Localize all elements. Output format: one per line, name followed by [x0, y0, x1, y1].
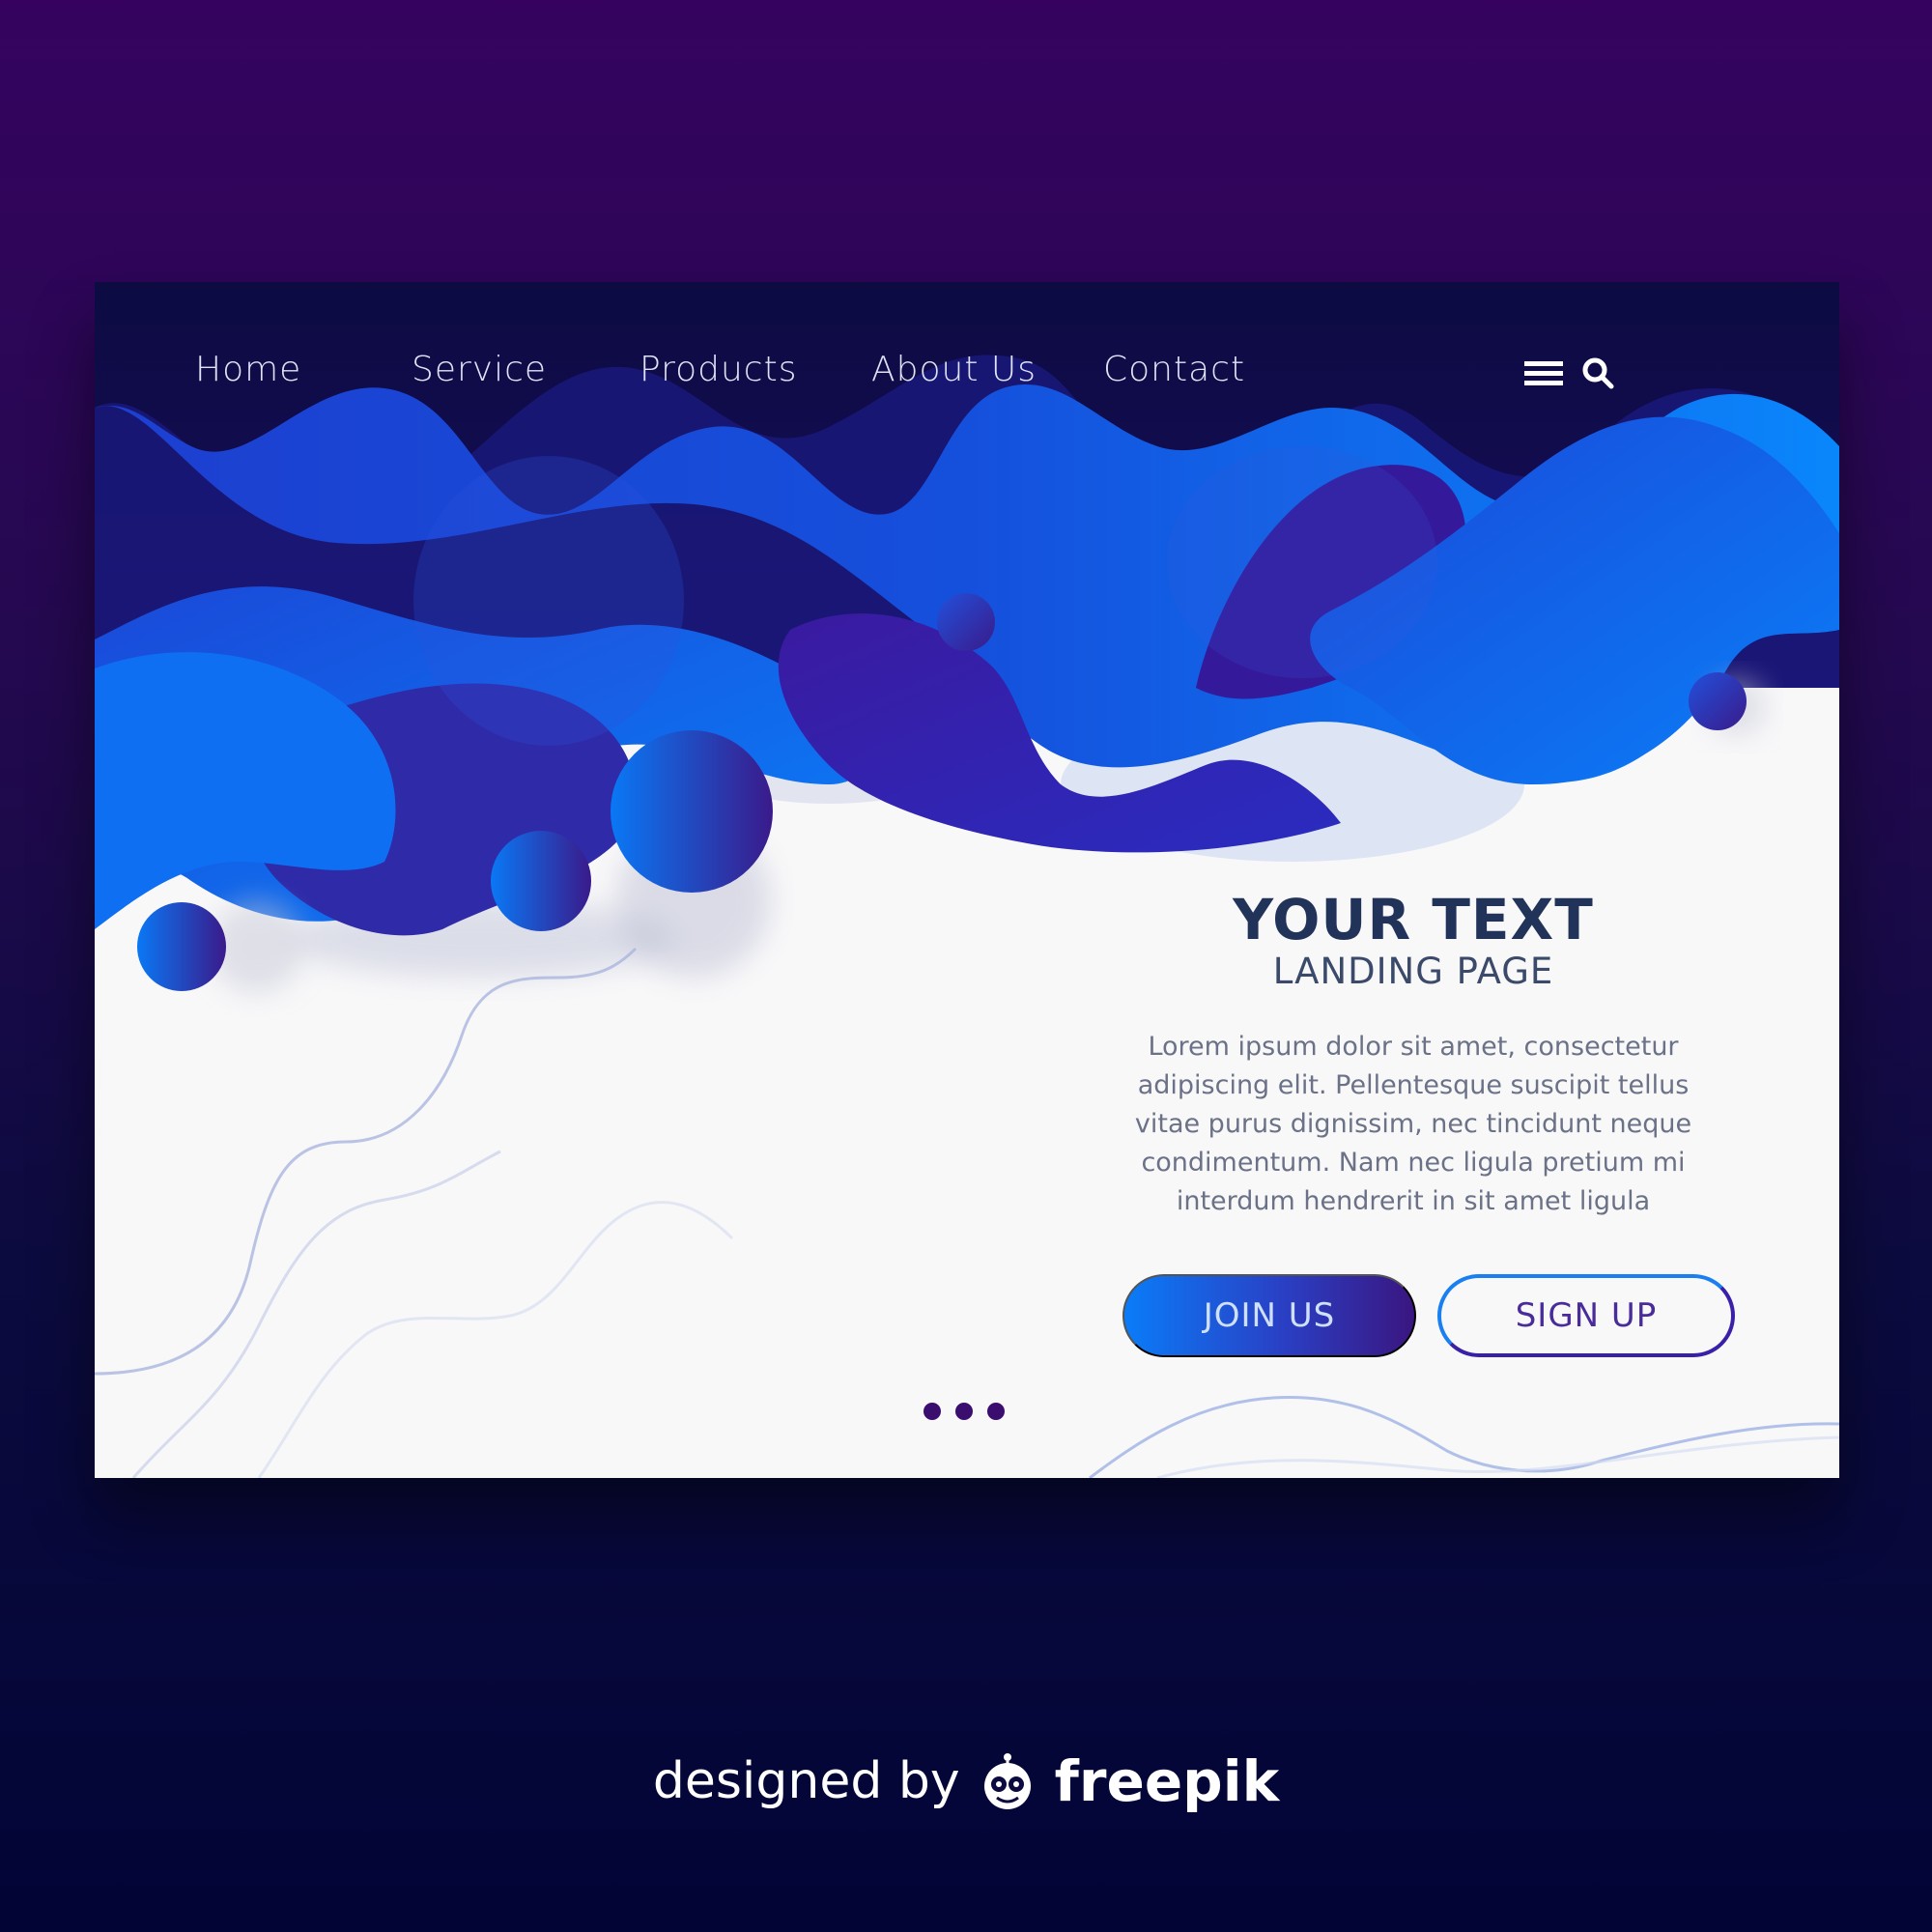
- pagination-dot-3[interactable]: [987, 1403, 1005, 1420]
- attribution-footer: designed by freepik: [0, 1748, 1932, 1826]
- nav-item-service[interactable]: Service: [412, 350, 547, 389]
- attribution-prefix: designed by: [652, 1752, 960, 1810]
- join-us-button[interactable]: JOIN US: [1122, 1274, 1416, 1357]
- nav-item-contact[interactable]: Contact: [1103, 350, 1245, 389]
- hero-content: YOUR TEXT LANDING PAGE Lorem ipsum dolor…: [1119, 889, 1708, 1221]
- landing-page-card: Home Service Products About Us Contact Y…: [95, 282, 1839, 1478]
- nav-item-products[interactable]: Products: [639, 350, 797, 389]
- hero-subtitle: LANDING PAGE: [1272, 951, 1554, 992]
- menu-icon[interactable]: [1524, 359, 1563, 388]
- pagination-dots: [923, 1403, 1020, 1426]
- hero-title: YOUR TEXT: [1233, 887, 1594, 952]
- nav-icon-group: [1524, 355, 1631, 400]
- hero-body-text: Lorem ipsum dolor sit amet, consectetur …: [1134, 1032, 1692, 1216]
- freepik-logo-icon: [983, 1753, 1031, 1809]
- nav-item-about-us[interactable]: About Us: [871, 350, 1037, 389]
- sign-up-button[interactable]: SIGN UP: [1437, 1274, 1735, 1357]
- nav-item-home[interactable]: Home: [195, 350, 301, 389]
- attribution-brand: freepik: [1054, 1748, 1280, 1814]
- search-icon[interactable]: [1580, 355, 1615, 390]
- pagination-dot-1[interactable]: [923, 1403, 941, 1420]
- pagination-dot-2[interactable]: [955, 1403, 973, 1420]
